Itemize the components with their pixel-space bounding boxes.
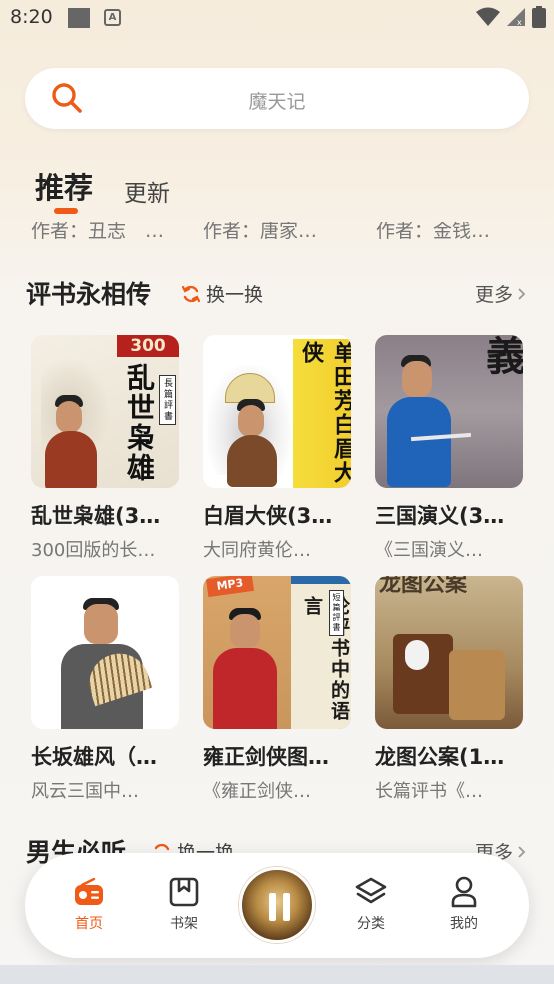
book-card[interactable]: 三國演義 三国演义(3… 《三国演义…: [375, 335, 525, 562]
cover-title: 乱世枭雄: [123, 363, 156, 483]
book-cover: 300 乱世枭雄 長篇評書: [31, 335, 179, 488]
svg-text:x: x: [517, 18, 522, 27]
tab-active-indicator: [54, 208, 78, 214]
layers-icon: [355, 877, 387, 904]
nav-label: 书架: [170, 916, 198, 932]
list-item-author: 作者：丑志 …: [31, 222, 165, 242]
status-bar: 8:20 A x: [0, 0, 554, 36]
bottom-nav: 首页 书架 分类 我的: [25, 853, 529, 958]
book-cover: 单田芳白眉大侠: [203, 335, 351, 488]
section-title: 评书永相传: [26, 280, 152, 309]
pause-icon: [269, 893, 291, 921]
nav-label: 我的: [450, 916, 478, 932]
cover-badge: 300: [117, 335, 179, 357]
nav-label: 分类: [357, 916, 385, 932]
cover-title: 龙图公案: [379, 576, 468, 597]
book-desc: 风云三国中…: [31, 781, 139, 802]
book-desc: 《雍正剑侠…: [203, 781, 311, 802]
cover-tag: 長篇評書: [159, 375, 176, 425]
book-title: 雍正剑侠图…: [203, 745, 329, 769]
status-time: 8:20: [10, 6, 53, 28]
search-input[interactable]: 魔天记: [25, 87, 529, 114]
section-header-pingshu: 评书永相传 换一换 更多: [26, 275, 526, 315]
book-cover: 三國演義: [375, 335, 523, 488]
cover-badge: MP3: [205, 576, 255, 598]
tab-recommend[interactable]: 推荐: [35, 165, 93, 207]
book-title: 乱世枭雄(3…: [31, 504, 161, 528]
now-playing-button[interactable]: [239, 867, 315, 943]
more-label: 更多: [474, 284, 513, 306]
nav-item-mine[interactable]: 我的: [434, 875, 494, 933]
book-desc: 长篇评书《…: [375, 781, 483, 802]
book-title: 白眉大侠(3…: [203, 504, 333, 528]
book-cover: MP3 论评书中的语言 短篇評書: [203, 576, 351, 729]
signal-icon: x: [507, 8, 525, 27]
refresh-button[interactable]: 换一换: [181, 280, 263, 307]
nav-item-category[interactable]: 分类: [341, 875, 401, 933]
book-cover: [31, 576, 179, 729]
status-icons: x: [476, 6, 546, 28]
chevron-right-icon: [518, 845, 526, 858]
cover-tag: 短篇評書: [329, 590, 344, 636]
book-cover: 龙图公案: [375, 576, 523, 729]
book-card[interactable]: 300 乱世枭雄 長篇評書 乱世枭雄(3… 300回版的长…: [31, 335, 181, 562]
book-card[interactable]: 单田芳白眉大侠 白眉大侠(3… 大同府黄伦…: [203, 335, 353, 562]
system-nav-bar: [0, 965, 554, 984]
radio-icon: [75, 878, 103, 905]
chevron-right-icon: [518, 287, 526, 300]
person-icon: [451, 876, 477, 908]
book-title: 三国演义(3…: [375, 504, 505, 528]
search-bar[interactable]: 魔天记: [25, 68, 529, 129]
battery-icon: [532, 6, 546, 28]
scrolled-author-row: 作者：丑志 … 作者：唐家… 作者：金钱…: [0, 222, 554, 242]
cover-title: 三國演義: [479, 335, 523, 377]
book-card[interactable]: 长坂雄风（… 风云三国中…: [31, 576, 181, 803]
tab-update[interactable]: 更新: [124, 174, 170, 208]
refresh-icon: [181, 285, 201, 302]
nav-item-bookshelf[interactable]: 书架: [154, 875, 214, 933]
book-desc: 300回版的长…: [31, 540, 156, 561]
list-item-author: 作者：金钱…: [376, 222, 491, 242]
nav-label: 首页: [75, 916, 103, 932]
book-card[interactable]: 龙图公案 龙图公案(1… 长篇评书《…: [375, 576, 525, 803]
cover-title: 单田芳白眉大侠: [293, 339, 351, 488]
book-desc: 《三国演义…: [375, 540, 483, 561]
notification-square-icon: [68, 8, 90, 28]
book-title: 长坂雄风（…: [31, 745, 157, 769]
list-item-author: 作者：唐家…: [203, 222, 318, 242]
wifi-icon: [476, 7, 500, 26]
notification-a-icon: A: [104, 9, 121, 26]
bookshelf-icon: [169, 877, 199, 907]
more-button[interactable]: 更多: [475, 280, 526, 307]
book-title: 龙图公案(1…: [375, 745, 505, 769]
book-card[interactable]: MP3 论评书中的语言 短篇評書 雍正剑侠图… 《雍正剑侠…: [203, 576, 353, 803]
refresh-label: 换一换: [206, 284, 264, 306]
book-desc: 大同府黄伦…: [203, 540, 311, 561]
nav-item-home[interactable]: 首页: [59, 875, 119, 933]
